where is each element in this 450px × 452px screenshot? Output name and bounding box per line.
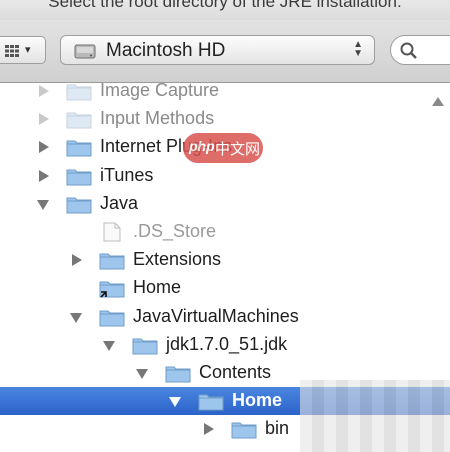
tree-row-label: Image Capture [100,83,220,100]
tree-row[interactable]: Java [0,190,450,218]
hard-drive-icon [74,44,96,59]
pixelated-region [300,380,450,452]
watermark-logo-text: php [189,138,215,154]
toolbar: ▾ Macintosh HD ▲ ▼ [0,20,450,83]
tree-row[interactable]: Home [0,274,450,302]
disclosure-closed-icon[interactable] [39,169,49,182]
tree-row[interactable]: iTunes [0,162,450,190]
view-mode-button[interactable]: ▾ [0,36,46,64]
tree-row-label: JavaVirtualMachines [133,305,299,326]
search-icon [400,42,417,59]
folder-icon [99,310,125,327]
tree-row-label: .DS_Store [133,221,217,241]
folder-icon [66,197,92,214]
disclosure-open-icon[interactable] [103,340,115,351]
folder-icon [66,112,92,129]
tree-row-label: jdk1.7.0_51.jdk [166,333,288,354]
disclosure-open-icon[interactable] [136,369,148,379]
tree-row-label: Input Methods [100,108,215,129]
disclosure-open-icon[interactable] [169,397,181,408]
tree-row[interactable]: jdk1.7.0_51.jdk [0,331,450,359]
stepper-arrows-icon: ▲ ▼ [353,39,363,59]
tree-row[interactable]: .DS_Store [0,218,450,246]
tree-row-label: Extensions [133,249,222,270]
disclosure-closed-icon[interactable] [72,254,82,267]
disclosure-closed-icon[interactable] [39,85,49,97]
tree-row-label: Contents [199,362,272,382]
tree-row[interactable]: Image Capture [0,83,450,105]
folder-icon [66,140,92,157]
disclosure-closed-icon[interactable] [39,141,49,154]
search-field[interactable] [390,35,450,65]
folder-icon [66,84,92,101]
folder-icon [165,366,191,383]
document-icon [103,222,121,242]
folder-icon [99,253,125,270]
window-title: Select the root directory of the JRE ins… [48,0,402,11]
folder-icon [132,338,158,355]
folder-icon [231,422,257,439]
location-label: Macintosh HD [106,40,226,61]
tree-row-label: Home [133,277,182,298]
tree-row[interactable]: JavaVirtualMachines [0,303,450,331]
dropdown-arrow-icon: ▾ [25,44,31,56]
folder-icon [198,394,224,411]
tree-row-label: Home [232,390,283,411]
grid-view-icon [5,45,19,57]
folder-icon [99,281,125,298]
tree-row[interactable]: Input Methods [0,105,450,133]
folder-icon [66,169,92,186]
tree-row[interactable]: Extensions [0,246,450,274]
window-title-bar: Select the root directory of the JRE ins… [0,0,450,20]
disclosure-open-icon[interactable] [70,312,82,323]
tree-row-label: Java [100,192,139,213]
disclosure-closed-icon[interactable] [204,423,214,436]
disclosure-closed-icon[interactable] [39,113,49,126]
location-popup[interactable]: Macintosh HD ▲ ▼ [60,35,375,65]
disclosure-open-icon[interactable] [37,199,49,210]
tree-row-label: iTunes [100,164,154,185]
tree-row-label: bin [265,418,290,439]
watermark-text: 中文网 [215,141,261,158]
